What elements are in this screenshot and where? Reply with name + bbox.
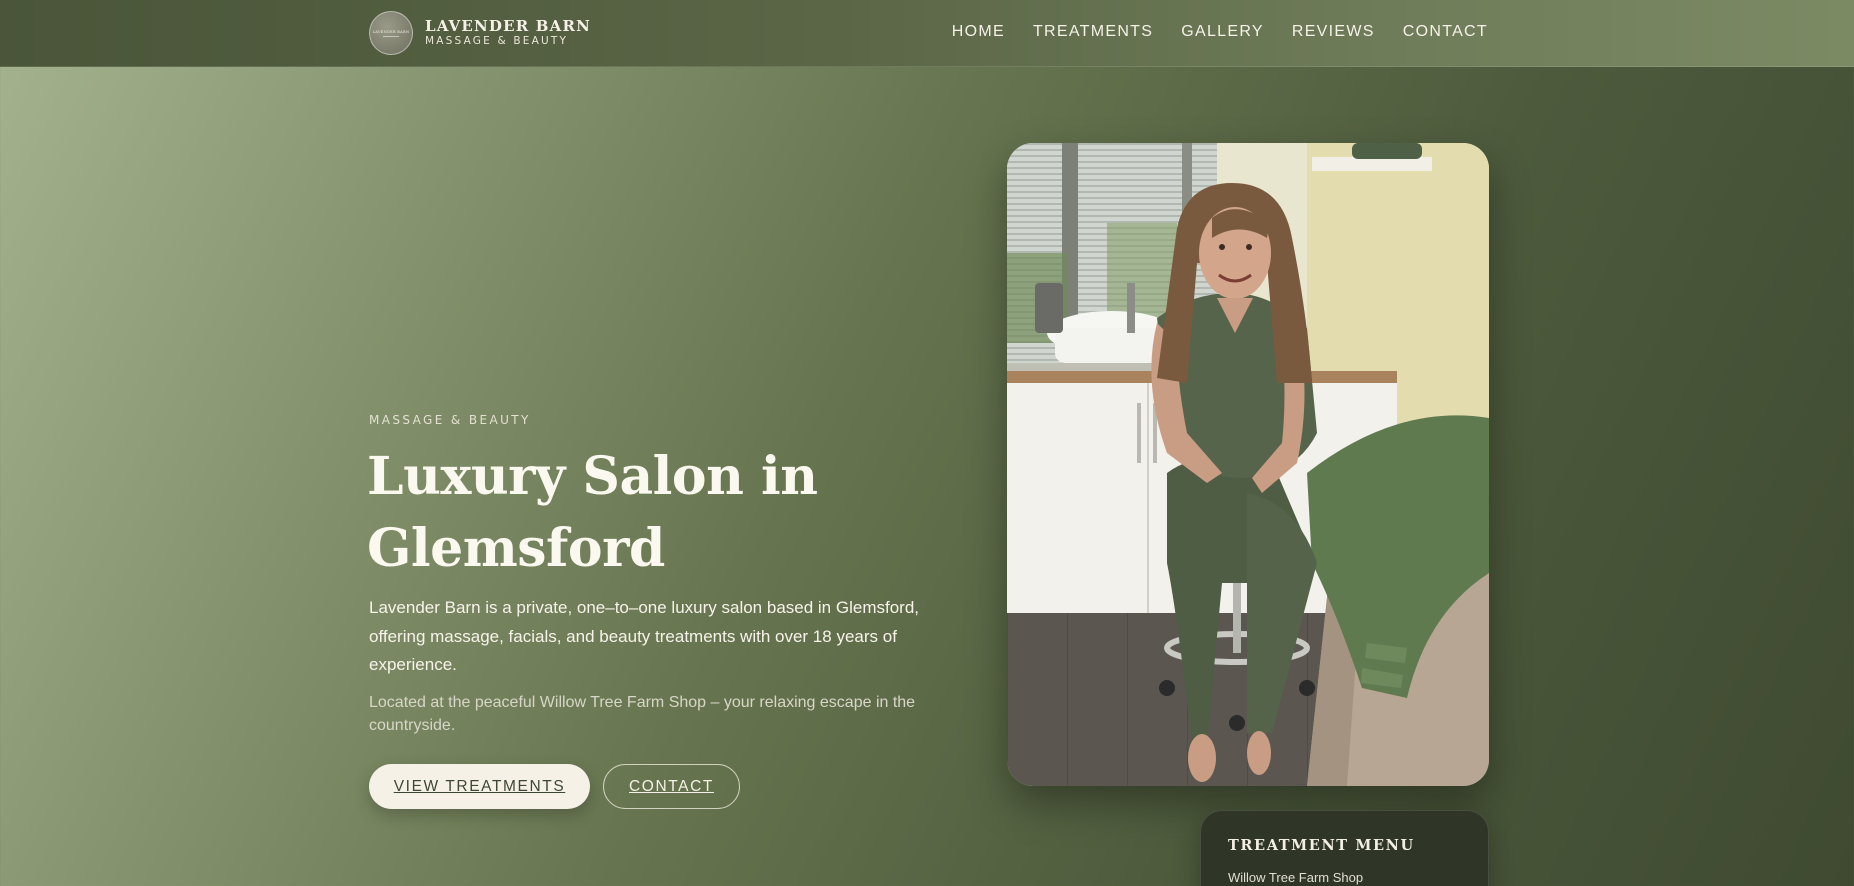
brand-name: LAVENDER BARN: [425, 17, 592, 36]
logo-emblem-icon: LAVENDER BARN: [369, 11, 413, 55]
logo-emblem-text: LAVENDER BARN: [372, 29, 410, 34]
view-treatments-button[interactable]: VIEW TREATMENTS: [369, 764, 590, 809]
therapist-photo: [1007, 143, 1489, 786]
hero-title: Luxury Salon in Glemsford: [367, 446, 818, 579]
treatment-menu-title: TREATMENT MENU: [1228, 837, 1415, 854]
therapist-photo-illustration: [1007, 143, 1489, 786]
nav-contact[interactable]: CONTACT: [1403, 23, 1488, 41]
hero-description: Lavender Barn is a private, one–to–one l…: [369, 598, 919, 674]
treatment-menu-card[interactable]: TREATMENT MENU Willow Tree Farm Shop: [1200, 810, 1489, 886]
brand-text: LAVENDER BARN MASSAGE & BEAUTY: [425, 19, 591, 47]
nav-treatments[interactable]: TREATMENTS: [1033, 23, 1153, 41]
nav-reviews[interactable]: REVIEWS: [1292, 23, 1375, 41]
main-nav: HOME TREATMENTS GALLERY REVIEWS CONTACT: [952, 23, 1488, 41]
hero-eyebrow: MASSAGE & BEAUTY: [369, 413, 531, 427]
brand-logo[interactable]: LAVENDER BARN LAVENDER BARN MASSAGE & BE…: [369, 11, 591, 55]
brand-subtitle: MASSAGE & BEAUTY: [425, 35, 569, 48]
contact-button[interactable]: CONTACT: [603, 764, 740, 809]
nav-home[interactable]: HOME: [952, 23, 1005, 41]
treatment-menu-location: Willow Tree Farm Shop: [1228, 870, 1364, 885]
hero-location-note: Located at the peaceful Willow Tree Farm…: [369, 694, 916, 734]
logo-emblem-line: [383, 35, 399, 37]
nav-gallery[interactable]: GALLERY: [1181, 23, 1264, 41]
site-header: LAVENDER BARN LAVENDER BARN MASSAGE & BE…: [0, 0, 1854, 67]
